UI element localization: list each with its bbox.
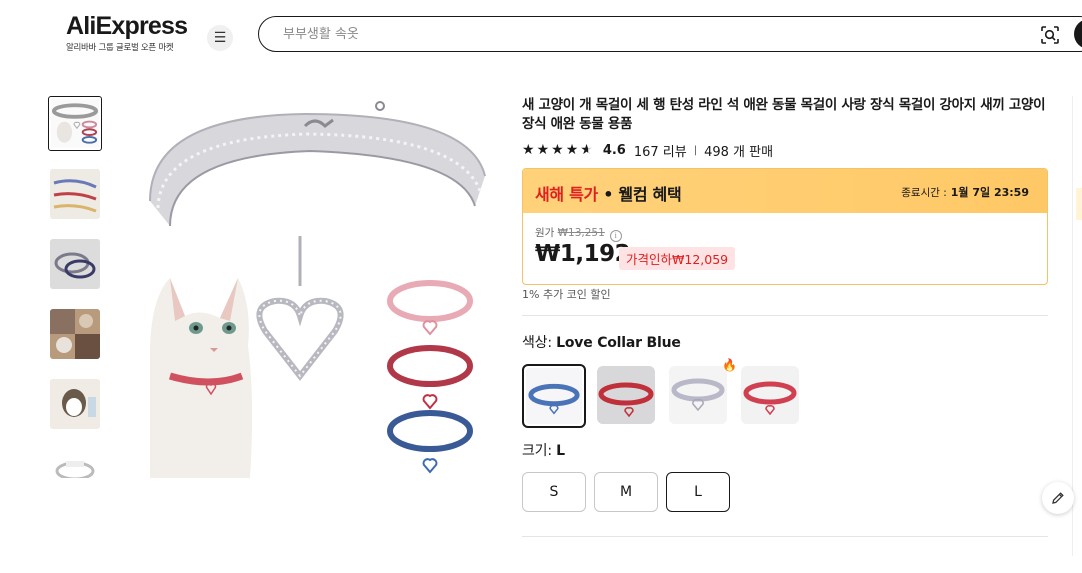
color-swatch-red[interactable] [597, 366, 655, 424]
color-selected-value: Love Collar Blue [556, 335, 681, 351]
deal-name: 새해 특가 • 웰컴 혜택 [535, 181, 682, 205]
camera-search-icon[interactable] [1040, 25, 1060, 45]
size-selected-value: L [556, 443, 565, 459]
deal-banner: 새해 특가 • 웰컴 혜택 종료시간 :1월 7일 23:59 [523, 169, 1047, 213]
size-option-l[interactable]: L [666, 472, 730, 512]
main-product-image[interactable] [130, 96, 500, 478]
hamburger-menu-icon[interactable]: ☰ [207, 25, 233, 51]
logo-tagline: 알리바바 그룹 글로벌 오픈 마켓 [66, 43, 174, 53]
gallery-thumb-6[interactable] [50, 449, 100, 478]
edit-icon[interactable] [1042, 482, 1074, 514]
search-bar [258, 16, 1082, 52]
thumb-image [50, 379, 100, 429]
color-swatch-blue[interactable] [522, 364, 586, 428]
pencil-icon [1052, 492, 1064, 504]
thumb-image [50, 239, 100, 289]
size-option-s[interactable]: S [522, 472, 586, 512]
original-price-label: 원가 [535, 227, 555, 239]
deal-end-value: 1월 7일 23:59 [950, 186, 1029, 199]
hot-fire-icon: 🔥 [722, 358, 737, 372]
original-price-value: ₩13,251 [557, 227, 605, 239]
size-label: 크기: L [522, 440, 565, 460]
deal-name-highlight: 새해 특가 [535, 185, 598, 204]
swatch-image [526, 368, 582, 424]
product-title: 새 고양이 개 목걸이 세 행 탄성 라인 석 애완 동물 목걸이 사랑 장식 … [522, 97, 1046, 132]
color-label: 색상: Love Collar Blue [522, 332, 681, 352]
divider [522, 536, 1048, 537]
thumb-image [51, 99, 99, 148]
swatch-image [597, 366, 655, 424]
swatch-image [669, 366, 727, 424]
search-input[interactable] [283, 24, 983, 44]
thumb-image [50, 169, 100, 219]
half-star-icon: ★ [580, 142, 593, 158]
deal-box: 새해 특가 • 웰컴 혜택 종료시간 :1월 7일 23:59 원가 ₩13,2… [522, 168, 1048, 285]
logo-text: AliExpress [66, 12, 188, 40]
right-panel-highlight [1076, 188, 1082, 220]
rating-value: 4.6 [602, 142, 626, 158]
gallery-thumb-3[interactable] [50, 239, 100, 289]
gallery-thumb-2[interactable] [50, 169, 100, 219]
deal-name-rest: • 웰컴 혜택 [597, 185, 682, 204]
star-icon: ★ [522, 142, 535, 158]
deal-end-time: 종료시간 :1월 7일 23:59 [901, 184, 1029, 200]
rating-row[interactable]: ★ ★ ★ ★ ★ 4.6 167 리뷰 | 498 개 판매 [522, 140, 773, 160]
divider [522, 315, 1048, 316]
deal-end-label: 종료시간 : [901, 187, 947, 199]
coin-discount-note: 1% 추가 코인 할인 [522, 288, 611, 301]
star-icon: ★ [536, 142, 550, 158]
search-button[interactable] [1074, 19, 1082, 49]
separator: | [693, 144, 698, 156]
gallery-thumb-4[interactable] [50, 309, 100, 359]
color-label-text: 색상: [522, 335, 552, 351]
thumb-image [50, 309, 100, 359]
discount-badge: 가격인하₩12,059 [619, 247, 736, 270]
aliexpress-logo[interactable]: AliExpress 알리바바 그룹 글로벌 오픈 마켓 [66, 12, 188, 53]
product-photo [130, 96, 500, 478]
size-label-text: 크기: [522, 443, 552, 459]
original-price: 원가 ₩13,251 i [535, 225, 622, 242]
size-option-m[interactable]: M [594, 472, 658, 512]
star-rating: ★ ★ ★ ★ ★ [522, 143, 593, 157]
right-panel-edge [1072, 96, 1082, 556]
swatch-image [741, 366, 799, 424]
gallery-thumb-5[interactable] [50, 379, 100, 429]
thumb-image [50, 449, 100, 478]
star-icon: ★ [565, 142, 579, 158]
star-icon: ★ [551, 142, 564, 158]
color-swatch-pink[interactable] [741, 366, 799, 424]
gallery-thumb-1[interactable] [48, 96, 102, 151]
sale-price: ₩1,192 [535, 241, 631, 267]
sold-count: 498 개 판매 [704, 144, 774, 160]
review-count[interactable]: 167 리뷰 [634, 141, 687, 160]
color-swatch-white[interactable] [669, 366, 727, 424]
